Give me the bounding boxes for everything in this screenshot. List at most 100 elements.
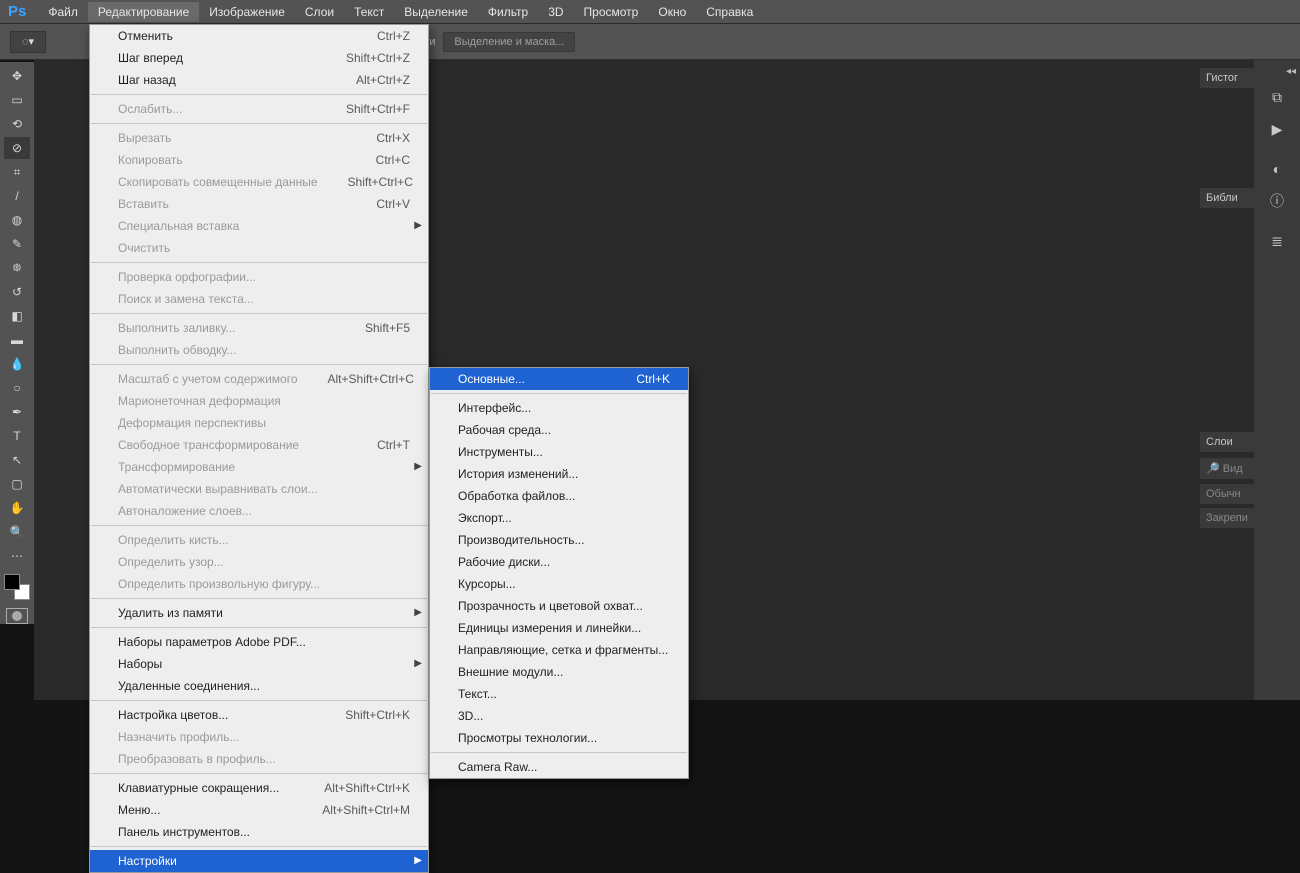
edit-menu-item[interactable]: ОтменитьCtrl+Z — [90, 25, 428, 47]
adjustments-panel-icon[interactable]: ◐ — [1263, 157, 1291, 181]
prefs-menu-item[interactable]: Рабочая среда... — [430, 419, 688, 441]
prefs-menu-item[interactable]: Инструменты... — [430, 441, 688, 463]
spot-heal-tool[interactable]: ◍ — [4, 209, 30, 231]
edit-menu-separator — [91, 262, 427, 263]
zoom-tool[interactable]: 🔍 — [4, 521, 30, 543]
submenu-arrow-icon: ▶ — [414, 656, 422, 672]
layers-search[interactable]: 🔎 Вид — [1200, 458, 1254, 479]
edit-menu-item-shortcut: Shift+Ctrl+K — [345, 707, 410, 723]
edit-menu-item-shortcut: Alt+Shift+Ctrl+M — [322, 802, 410, 818]
brush-tool[interactable]: ✎ — [4, 233, 30, 255]
path-select-tool[interactable]: ↖ — [4, 449, 30, 471]
prefs-menu-item[interactable]: Обработка файлов... — [430, 485, 688, 507]
prefs-menu-item[interactable]: Просмотры технологии... — [430, 727, 688, 749]
edit-menu-separator — [91, 846, 427, 847]
layers-panel-tab[interactable]: Слои — [1200, 432, 1254, 452]
move-tool[interactable]: ✥ — [4, 65, 30, 87]
menu-select[interactable]: Выделение — [394, 2, 478, 22]
menu-filter[interactable]: Фильтр — [478, 2, 538, 22]
edit-menu-separator — [91, 598, 427, 599]
gradient-tool[interactable]: ▬ — [4, 329, 30, 351]
clone-stamp-tool[interactable]: ᪥ — [4, 257, 30, 279]
edit-menu-item-shortcut: Shift+F5 — [365, 320, 410, 336]
dodge-tool[interactable]: ○ — [4, 377, 30, 399]
edit-menu-item[interactable]: Удаленные соединения... — [90, 675, 428, 697]
pen-tool[interactable]: ✒ — [4, 401, 30, 423]
edit-menu-item[interactable]: Шаг впередShift+Ctrl+Z — [90, 47, 428, 69]
edit-menu-item[interactable]: Настройки▶ — [90, 850, 428, 872]
tool-preset-picker[interactable]: ◌▾ — [10, 31, 46, 53]
prefs-menu-item[interactable]: Внешние модули... — [430, 661, 688, 683]
edit-menu-item-shortcut: Shift+Ctrl+C — [348, 174, 413, 190]
edit-menu-item[interactable]: Настройка цветов...Shift+Ctrl+K — [90, 704, 428, 726]
prefs-menu-item-label: Интерфейс... — [458, 400, 670, 416]
prefs-menu-item[interactable]: Текст... — [430, 683, 688, 705]
history-brush-tool[interactable]: ↺ — [4, 281, 30, 303]
edit-menu-item[interactable]: Панель инструментов... — [90, 821, 428, 843]
hand-tool[interactable]: ✋ — [4, 497, 30, 519]
edit-menu-item[interactable]: Наборы▶ — [90, 653, 428, 675]
menu-3d[interactable]: 3D — [538, 2, 573, 22]
edit-menu-item-label: Автоналожение слоев... — [118, 503, 410, 519]
prefs-menu-item[interactable]: Рабочие диски... — [430, 551, 688, 573]
edit-menu-item-shortcut: Shift+Ctrl+Z — [346, 50, 410, 66]
menu-help[interactable]: Справка — [696, 2, 763, 22]
prefs-menu-item[interactable]: Единицы измерения и линейки... — [430, 617, 688, 639]
prefs-menu-item[interactable]: Camera Raw... — [430, 756, 688, 778]
edit-menu-item-label: Настройки — [118, 853, 410, 869]
blend-mode-select[interactable]: Обычн — [1200, 484, 1254, 504]
menu-layers[interactable]: Слои — [295, 2, 344, 22]
prefs-menu-item[interactable]: Основные...Ctrl+K — [430, 368, 688, 390]
histogram-panel-tab[interactable]: Гистог — [1200, 68, 1254, 88]
menu-window[interactable]: Окно — [648, 2, 696, 22]
edit-toolbar[interactable]: ⋯ — [4, 545, 30, 567]
lasso-tool[interactable]: ⟲ — [4, 113, 30, 135]
edit-menu-item-label: Отменить — [118, 28, 347, 44]
blur-tool[interactable]: 💧 — [4, 353, 30, 375]
menu-file[interactable]: Файл — [38, 2, 88, 22]
edit-menu-item-label: Шаг назад — [118, 72, 326, 88]
edit-menu-item[interactable]: Шаг назадAlt+Ctrl+Z — [90, 69, 428, 91]
prefs-menu-item[interactable]: Курсоры... — [430, 573, 688, 595]
menu-edit[interactable]: Редактирование — [88, 2, 199, 22]
crop-tool[interactable]: ⌗ — [4, 161, 30, 183]
edit-menu-item-label: Проверка орфографии... — [118, 269, 410, 285]
prefs-menu-item[interactable]: Прозрачность и цветовой охват... — [430, 595, 688, 617]
select-and-mask-button[interactable]: Выделение и маска... — [443, 32, 575, 52]
edit-menu-item[interactable]: Наборы параметров Adobe PDF... — [90, 631, 428, 653]
edit-menu-item[interactable]: Клавиатурные сокращения...Alt+Shift+Ctrl… — [90, 777, 428, 799]
libraries-panel-tab[interactable]: Библи — [1200, 188, 1254, 208]
fg-color-swatch[interactable] — [4, 574, 20, 590]
prefs-menu-item[interactable]: История изменений... — [430, 463, 688, 485]
prefs-menu-item-label: Прозрачность и цветовой охват... — [458, 598, 670, 614]
marquee-tool[interactable]: ▭ — [4, 89, 30, 111]
layers-panel-icon[interactable]: ≣ — [1263, 229, 1291, 253]
shape-tool[interactable]: ▢ — [4, 473, 30, 495]
color-swatches[interactable] — [4, 574, 30, 600]
prefs-menu-item[interactable]: Производительность... — [430, 529, 688, 551]
info-panel-icon[interactable]: ⓘ — [1263, 189, 1291, 213]
properties-panel-icon[interactable]: ⧉ — [1263, 85, 1291, 109]
quick-mask-toggle[interactable] — [6, 608, 28, 624]
menu-text[interactable]: Текст — [344, 2, 394, 22]
prefs-menu-item[interactable]: Направляющие, сетка и фрагменты... — [430, 639, 688, 661]
edit-menu-item: Преобразовать в профиль... — [90, 748, 428, 770]
edit-menu-item[interactable]: Удалить из памяти▶ — [90, 602, 428, 624]
actions-panel-icon[interactable]: ▶ — [1263, 117, 1291, 141]
edit-menu-item[interactable]: Меню...Alt+Shift+Ctrl+M — [90, 799, 428, 821]
eyedropper-tool[interactable]: / — [4, 185, 30, 207]
edit-menu-item-label: Определить произвольную фигуру... — [118, 576, 410, 592]
edit-menu-item: Определить произвольную фигуру... — [90, 573, 428, 595]
edit-menu-separator — [91, 123, 427, 124]
menu-view[interactable]: Просмотр — [574, 2, 649, 22]
prefs-menu-item[interactable]: Интерфейс... — [430, 397, 688, 419]
menu-image[interactable]: Изображение — [199, 2, 295, 22]
edit-menu-item: Деформация перспективы — [90, 412, 428, 434]
prefs-menu-item[interactable]: Экспорт... — [430, 507, 688, 529]
edit-menu-item-shortcut: Ctrl+T — [377, 437, 410, 453]
dock-collapse-icon[interactable]: ◂◂ — [1254, 66, 1300, 81]
quick-select-tool[interactable]: ⊘ — [4, 137, 30, 159]
eraser-tool[interactable]: ◧ — [4, 305, 30, 327]
type-tool[interactable]: T — [4, 425, 30, 447]
prefs-menu-item[interactable]: 3D... — [430, 705, 688, 727]
